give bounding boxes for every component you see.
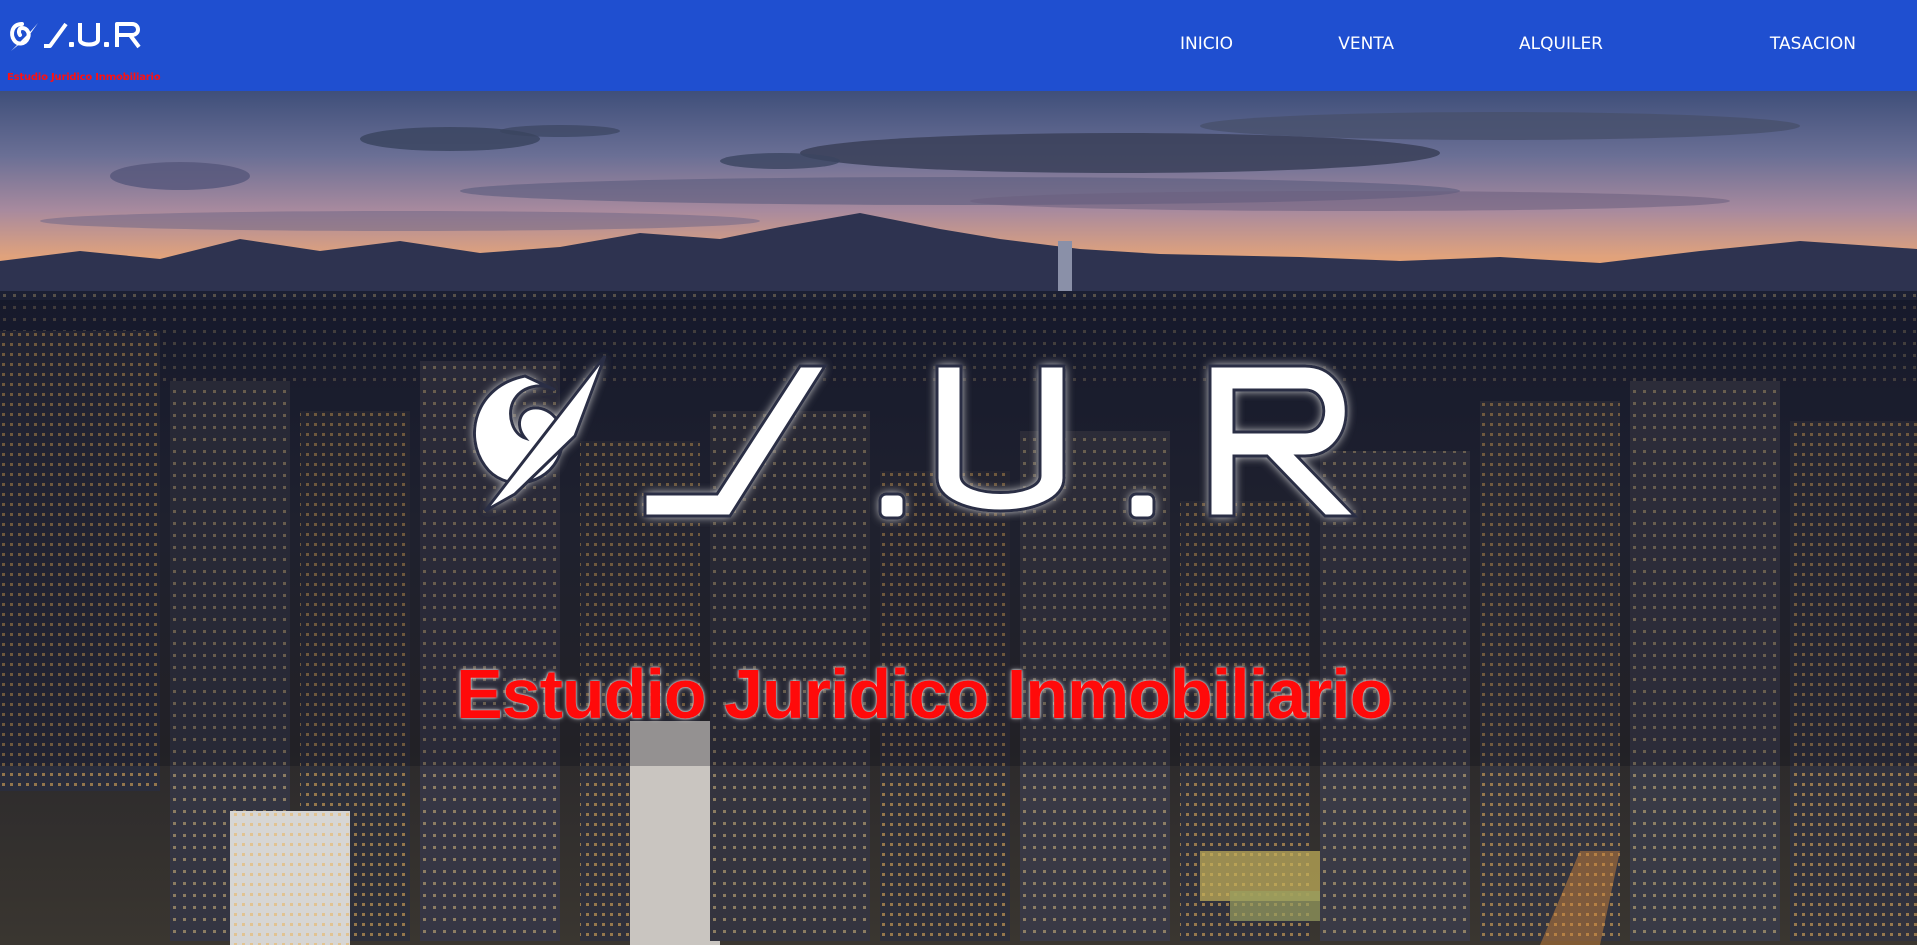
nav-link-tasacion[interactable]: TASACION — [1770, 34, 1856, 54]
brand-tagline: Estudio Juridico Inmobiliario — [7, 72, 161, 83]
sky-clouds — [0, 112, 1917, 321]
hero-section: Estudio Juridico Inmobiliario — [0, 91, 1917, 945]
brand-logo-icon — [10, 22, 141, 51]
hero-logo — [455, 316, 1435, 646]
navbar: Estudio Juridico Inmobiliario INICIO VEN… — [0, 0, 1917, 91]
nav-link-inicio[interactable]: INICIO — [1180, 34, 1233, 54]
hero-sky — [0, 91, 1917, 321]
nav-link-venta[interactable]: VENTA — [1338, 34, 1394, 54]
hero-logo-icon — [472, 355, 1359, 520]
page: Estudio Juridico Inmobiliario INICIO VEN… — [0, 0, 1917, 945]
hero-tagline: Estudio Juridico Inmobiliario — [456, 655, 1393, 733]
nav-link-alquiler[interactable]: ALQUILER — [1519, 34, 1603, 54]
